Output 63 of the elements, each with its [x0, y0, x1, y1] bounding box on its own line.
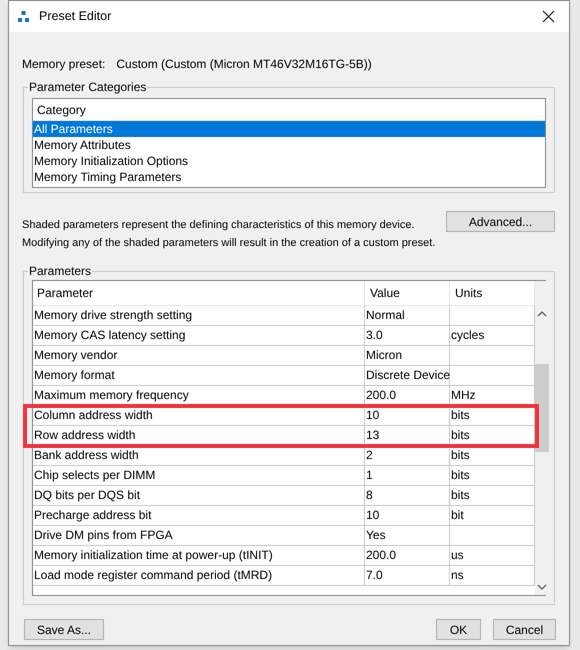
table-cell: Memory vendor [33, 346, 365, 365]
category-item[interactable]: Memory Initialization Options [33, 153, 545, 169]
table-cell: 1 [365, 466, 450, 485]
category-item[interactable]: Memory Attributes [33, 137, 545, 153]
table-cell: Micron [365, 346, 450, 365]
category-item[interactable]: Memory Timing Parameters [33, 169, 545, 185]
advanced-button[interactable]: Advanced... [446, 211, 555, 232]
table-cell: Memory format [33, 366, 365, 385]
group-title: Parameter Categories [28, 79, 148, 95]
table-cell: bits [450, 426, 535, 445]
table-row[interactable]: Memory format Discrete Device [33, 366, 535, 386]
table-cell: 13 [365, 426, 450, 445]
table-cell: DQ bits per DQS bit [33, 486, 365, 505]
table-cell: Discrete Device [365, 366, 450, 385]
table-cell: Load mode register command period (tMRD) [33, 566, 365, 585]
save-as-button[interactable]: Save As... [24, 619, 104, 640]
table-cell: 200.0 [365, 386, 450, 405]
column-header[interactable]: Parameter [33, 281, 365, 305]
table-row[interactable]: Maximum memory frequency 200.0 MHz [33, 386, 535, 406]
table-cell: Column address width [33, 406, 365, 425]
table-cell: 7.0 [365, 566, 450, 585]
ok-button[interactable]: OK [436, 619, 481, 640]
preset-label: Memory preset: [22, 56, 106, 73]
table-row[interactable]: Column address width 10 bits [33, 406, 535, 426]
table-cell: Maximum memory frequency [33, 386, 365, 405]
table-row[interactable]: Precharge address bit 10 bit [33, 506, 535, 526]
table-cell: Memory drive strength setting [33, 306, 365, 325]
table-cell: 10 [365, 506, 450, 525]
table-cell: 8 [365, 486, 450, 505]
category-item[interactable]: All Parameters [33, 121, 545, 137]
app-icon [18, 11, 29, 22]
preset-value: Custom (Custom (Micron MT46V32M16TG-5B)) [116, 56, 372, 73]
table-cell: 2 [365, 446, 450, 465]
note-text: Modifying any of the shaded parameters will result in the creation of a custom preset. [22, 236, 436, 251]
table-cell: Drive DM pins from FPGA [33, 526, 365, 545]
table-row[interactable]: Load mode register command period (tMRD) 7.0 ns [33, 566, 535, 586]
table-row[interactable]: Row address width 13 bits [33, 426, 535, 446]
table-cell: Chip selects per DIMM [33, 466, 365, 485]
column-header[interactable]: Value [365, 281, 450, 305]
scrollbar[interactable] [535, 281, 549, 595]
table-cell: Yes [365, 526, 450, 545]
table-row[interactable]: Chip selects per DIMM 1 bits [33, 466, 535, 486]
table-cell: Memory CAS latency setting [33, 326, 365, 345]
table-row[interactable]: Memory drive strength setting Normal [33, 306, 535, 326]
table-row[interactable]: Drive DM pins from FPGA Yes [33, 526, 535, 546]
table-cell: Bank address width [33, 446, 365, 465]
table-row[interactable]: Bank address width 2 bits [33, 446, 535, 466]
table-cell: Row address width [33, 426, 365, 445]
table-cell: 200.0 [365, 546, 450, 565]
table-cell: 3.0 [365, 326, 450, 345]
table-cell: Normal [365, 306, 450, 325]
close-icon [542, 10, 554, 23]
table-cell: 10 [365, 406, 450, 425]
table-row[interactable]: Memory vendor Micron [33, 346, 535, 366]
table-row[interactable]: Memory initialization time at power-up (tINIT) 200.0 us [33, 546, 535, 566]
table-cell: bits [450, 406, 535, 425]
table-cell: Precharge address bit [33, 506, 365, 525]
table-cell: Memory initialization time at power-up (tINIT) [33, 546, 365, 565]
table-row[interactable]: Memory CAS latency setting 3.0 cycles [33, 326, 535, 346]
window-title: Preset Editor [39, 8, 112, 26]
cancel-button[interactable]: Cancel [493, 619, 556, 640]
table-row[interactable]: DQ bits per DQS bit 8 bits [33, 486, 535, 506]
note-text: Shaded parameters represent the defining characteristics of this memory device. [22, 218, 416, 233]
